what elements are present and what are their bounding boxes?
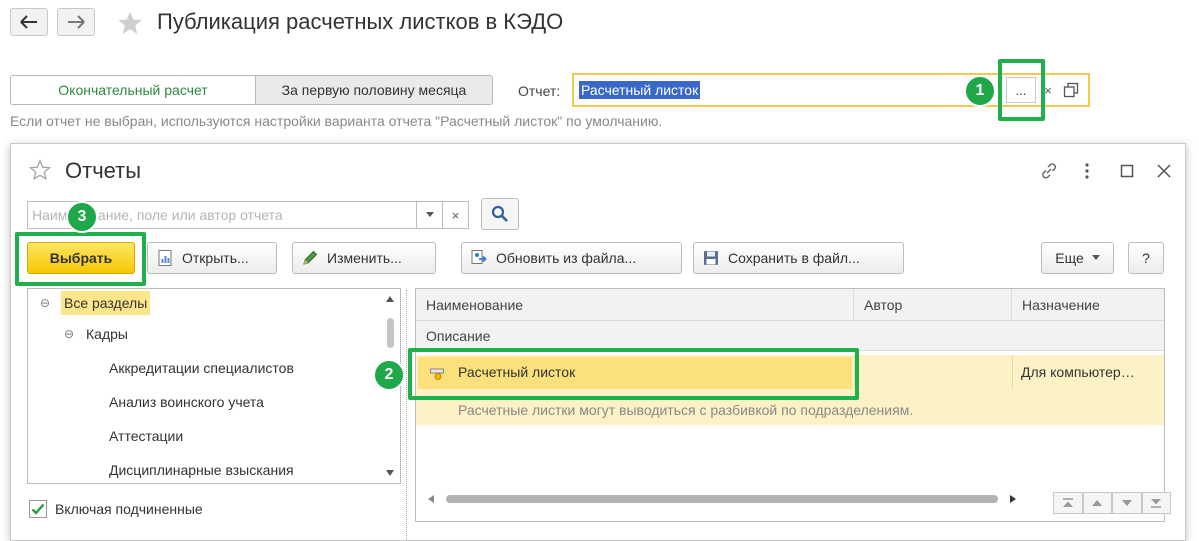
- report-purpose-cell: Для компьютер…: [1021, 364, 1135, 380]
- tab-first-half-month[interactable]: За первую половину месяца: [256, 76, 492, 104]
- step-badge-2: 2: [373, 359, 405, 391]
- arrow-right-icon: [68, 15, 85, 29]
- include-subordinate-checkbox[interactable]: [29, 500, 47, 518]
- update-from-file-button[interactable]: Обновить из файла...: [461, 242, 682, 274]
- edit-button-label: Изменить...: [327, 250, 402, 266]
- search-button[interactable]: [481, 198, 519, 230]
- column-header-purpose[interactable]: Назначение: [1012, 289, 1164, 321]
- save-to-file-label: Сохранить в файл...: [728, 250, 860, 266]
- scroll-up-icon[interactable]: [386, 296, 394, 302]
- arrow-down-icon: [1121, 500, 1132, 506]
- arrow-left-icon: [20, 15, 37, 29]
- scroll-right-icon[interactable]: [1010, 495, 1016, 503]
- report-hint-text: Если отчет не выбран, используются настр…: [10, 113, 663, 129]
- search-icon: [491, 205, 508, 222]
- tree-item-label: Все разделы: [61, 291, 151, 315]
- tree-item[interactable]: Аккредитации специалистов: [109, 356, 294, 380]
- search-dropdown-button[interactable]: [417, 201, 443, 229]
- open-button[interactable]: Открыть...: [147, 242, 277, 274]
- help-button[interactable]: ?: [1128, 242, 1164, 274]
- tree-item[interactable]: Аттестации: [109, 424, 183, 448]
- report-icon: [158, 250, 172, 266]
- arrow-first-icon: [1062, 498, 1073, 507]
- more-button[interactable]: Еще: [1041, 242, 1114, 274]
- search-clear-button[interactable]: ×: [443, 201, 469, 229]
- panel-divider[interactable]: [406, 290, 407, 540]
- arrow-last-icon: [1151, 499, 1162, 508]
- update-from-file-label: Обновить из файла...: [496, 250, 637, 266]
- move-down-button[interactable]: [1112, 492, 1142, 514]
- collapse-toggle-icon[interactable]: ⊖: [40, 291, 52, 315]
- column-header-description[interactable]: Описание: [416, 321, 1164, 351]
- highlight-select-button: [998, 59, 1045, 121]
- tree-item-label: Кадры: [86, 326, 128, 342]
- column-header-name[interactable]: Наименование: [416, 289, 854, 321]
- more-vertical-icon[interactable]: [1076, 160, 1098, 182]
- period-tabs: Окончательный расчет За первую половину …: [10, 75, 493, 105]
- reports-table: Наименование Автор Назначение Описание Р…: [415, 288, 1165, 522]
- checkmark-icon: [31, 503, 45, 515]
- move-up-button[interactable]: [1082, 492, 1112, 514]
- collapse-toggle-icon[interactable]: ⊖: [64, 322, 76, 346]
- move-last-button[interactable]: [1141, 492, 1171, 514]
- save-to-file-button[interactable]: Сохранить в файл...: [693, 242, 904, 274]
- page-title: Публикация расчетных листков в КЭДО: [157, 9, 564, 34]
- report-value: Расчетный листок: [579, 81, 701, 99]
- chevron-down-icon: [1091, 255, 1100, 260]
- tab-final-calculation[interactable]: Окончательный расчет: [11, 76, 256, 104]
- reports-dialog: Отчеты Наименование, поле или автор отче…: [10, 143, 1186, 541]
- highlight-choose-button: [15, 232, 146, 286]
- report-label: Отчет:: [518, 83, 561, 99]
- pencil-icon: [303, 250, 318, 265]
- open-button-label: Открыть...: [182, 250, 249, 266]
- edit-button[interactable]: Изменить...: [292, 242, 436, 274]
- favorite-star-icon[interactable]: [29, 159, 51, 181]
- scroll-thumb[interactable]: [387, 318, 394, 348]
- forward-button[interactable]: [57, 8, 95, 36]
- column-header-author[interactable]: Автор: [854, 289, 1012, 321]
- floppy-disk-icon: [704, 251, 718, 265]
- open-report-icon[interactable]: [1063, 82, 1079, 98]
- link-icon[interactable]: [1038, 160, 1060, 182]
- close-icon[interactable]: [1153, 160, 1175, 182]
- arrow-up-icon: [1092, 500, 1103, 506]
- sections-tree: ⊖ Все разделы ⊖ Кадры Аккредитации специ…: [27, 288, 401, 484]
- back-button[interactable]: [10, 8, 48, 36]
- table-header: Наименование Автор Назначение: [416, 289, 1164, 321]
- maximize-icon[interactable]: [1116, 160, 1138, 182]
- tree-item[interactable]: Дисциплинарные взыскания: [109, 458, 294, 482]
- dialog-title: Отчеты: [65, 158, 142, 183]
- horizontal-scroll-thumb[interactable]: [446, 495, 998, 503]
- report-description-cell: Расчетные листки могут выводиться с разб…: [458, 402, 914, 418]
- scroll-left-icon[interactable]: [428, 495, 434, 503]
- tree-item[interactable]: Анализ воинского учета: [109, 390, 264, 414]
- update-file-icon: [471, 250, 487, 264]
- chevron-down-icon: [425, 212, 434, 217]
- step-badge-1: 1: [964, 75, 996, 107]
- move-first-button[interactable]: [1053, 492, 1083, 514]
- include-subordinate-label: Включая подчиненные: [55, 501, 203, 517]
- table-subheader: Описание: [416, 321, 1164, 351]
- star-icon[interactable]: [116, 10, 144, 36]
- step-badge-3: 3: [66, 201, 98, 233]
- highlight-report-row: [408, 348, 859, 400]
- more-button-label: Еще: [1055, 250, 1084, 266]
- scroll-down-icon[interactable]: [386, 470, 394, 476]
- table-navigation: [1053, 492, 1171, 514]
